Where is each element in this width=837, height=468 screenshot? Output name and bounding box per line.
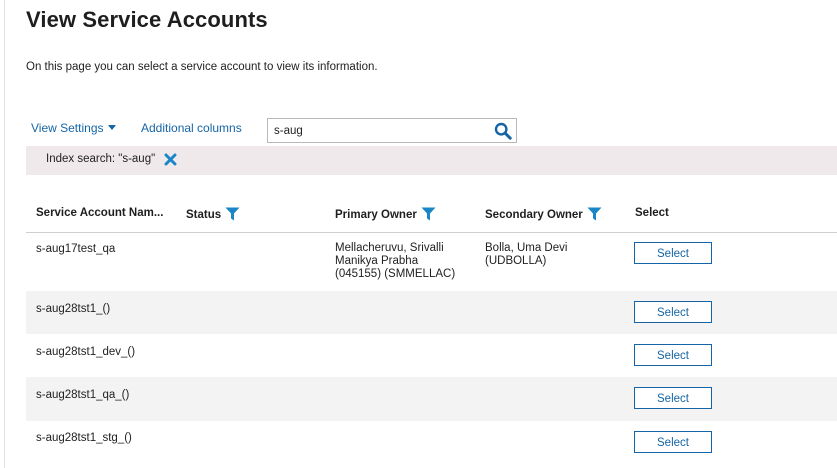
service-account-name: s-aug28tst1_stg_() — [36, 432, 132, 444]
select-button[interactable]: Select — [634, 387, 712, 409]
select-button[interactable]: Select — [634, 242, 712, 264]
primary-owner: Mellacheruvu, Srivalli Manikya Prabha (0… — [335, 242, 456, 280]
index-search-bar: Index search: "s-aug" — [26, 146, 837, 175]
select-button[interactable]: Select — [634, 344, 712, 366]
filter-icon[interactable] — [587, 207, 602, 221]
filter-icon[interactable] — [421, 207, 436, 221]
table-row: s-aug28tst1_() Select — [26, 291, 837, 334]
column-header-name[interactable]: Service Account Nam... — [36, 207, 163, 219]
chevron-down-icon — [107, 125, 116, 130]
table-row: s-aug28tst1_stg_() Select — [26, 421, 837, 465]
page-description: On this page you can select a service ac… — [26, 61, 378, 73]
page-title: View Service Accounts — [26, 7, 268, 32]
service-account-name: s-aug28tst1_qa_() — [36, 389, 130, 401]
search-input[interactable] — [274, 119, 489, 142]
search-box — [267, 118, 517, 143]
column-header-status: Status — [186, 207, 240, 221]
filter-icon[interactable] — [225, 207, 240, 221]
view-settings-label: View Settings — [31, 121, 104, 135]
select-button[interactable]: Select — [634, 431, 712, 453]
column-header-secondary-owner: Secondary Owner — [485, 207, 602, 221]
column-header-primary-owner: Primary Owner — [335, 207, 436, 221]
service-account-name: s-aug28tst1_() — [36, 303, 111, 315]
search-icon[interactable] — [494, 122, 512, 140]
column-header-select: Select — [635, 207, 669, 219]
table-row: s-aug28tst1_qa_() Select — [26, 377, 837, 421]
table-row: s-aug17test_qa Mellacheruvu, Srivalli Ma… — [26, 233, 837, 291]
index-search-text: Index search: "s-aug" — [46, 153, 156, 165]
view-settings-dropdown[interactable]: View Settings — [31, 121, 116, 135]
service-account-name: s-aug28tst1_dev_() — [36, 346, 136, 358]
secondary-owner: Bolla, Uma Devi (UDBOLLA) — [485, 242, 568, 267]
table-row: s-aug28tst1_dev_() Select — [26, 334, 837, 377]
close-icon[interactable] — [164, 153, 177, 166]
left-border — [4, 0, 5, 468]
select-button[interactable]: Select — [634, 301, 712, 323]
service-account-name: s-aug17test_qa — [36, 243, 116, 255]
additional-columns-link[interactable]: Additional columns — [141, 121, 242, 135]
